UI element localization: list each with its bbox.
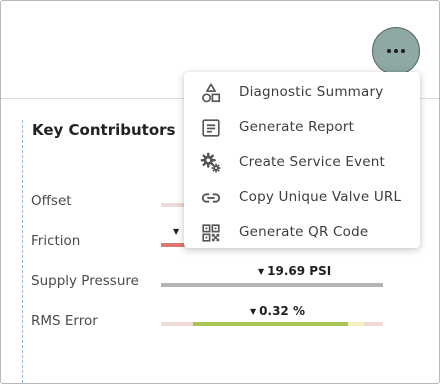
menu-item-generate-report[interactable]: Generate Report (184, 109, 420, 144)
menu-item-generate-qr-code[interactable]: Generate QR Code (184, 214, 420, 249)
metric-marker-friction: ▼ (173, 224, 182, 238)
menu-item-create-service-event[interactable]: Create Service Event (184, 144, 420, 179)
qr-code-icon (202, 224, 220, 242)
more-options-button[interactable] (372, 27, 420, 75)
metric-label-supply-pressure: Supply Pressure (31, 273, 139, 289)
rms-error-bar-green (193, 322, 348, 326)
menu-item-label: Create Service Event (239, 153, 386, 170)
more-options-menu: Diagnostic Summary Generate Report Creat… (184, 72, 420, 248)
valve-detail-card: Key Contributors Offset Friction ▼ Suppl… (0, 0, 440, 384)
friction-bar-fill (161, 243, 185, 247)
metric-value-supply-pressure: ▼ 19.69 PSI (258, 264, 331, 278)
rms-error-value: 0.32 % (259, 304, 305, 318)
metric-bar-rms-error (161, 322, 383, 326)
menu-item-label: Copy Unique Valve URL (239, 188, 402, 205)
menu-item-diagnostic-summary[interactable]: Diagnostic Summary (184, 74, 420, 109)
caret-down-icon: ▼ (250, 307, 257, 316)
caret-down-icon: ▼ (173, 227, 180, 236)
gears-icon (200, 152, 221, 173)
menu-item-label: Diagnostic Summary (239, 83, 384, 100)
more-horizontal-icon (387, 49, 405, 53)
shapes-icon (202, 83, 221, 103)
rms-error-bar-yellow (348, 322, 364, 326)
link-icon (201, 193, 221, 203)
menu-item-label: Generate QR Code (239, 223, 369, 240)
metric-label-offset: Offset (31, 193, 72, 209)
panel-border (22, 120, 23, 383)
metric-label-friction: Friction (31, 233, 81, 249)
metric-label-rms-error: RMS Error (31, 313, 98, 329)
supply-pressure-value: 19.69 PSI (267, 264, 332, 278)
panel-title: Key Contributors (32, 121, 176, 139)
menu-item-label: Generate Report (239, 118, 355, 135)
metric-bar-supply-pressure (161, 283, 383, 287)
caret-down-icon: ▼ (258, 267, 265, 276)
document-icon (202, 119, 220, 137)
menu-item-copy-unique-valve-url[interactable]: Copy Unique Valve URL (184, 179, 420, 214)
metric-value-rms-error: ▼ 0.32 % (250, 304, 305, 318)
